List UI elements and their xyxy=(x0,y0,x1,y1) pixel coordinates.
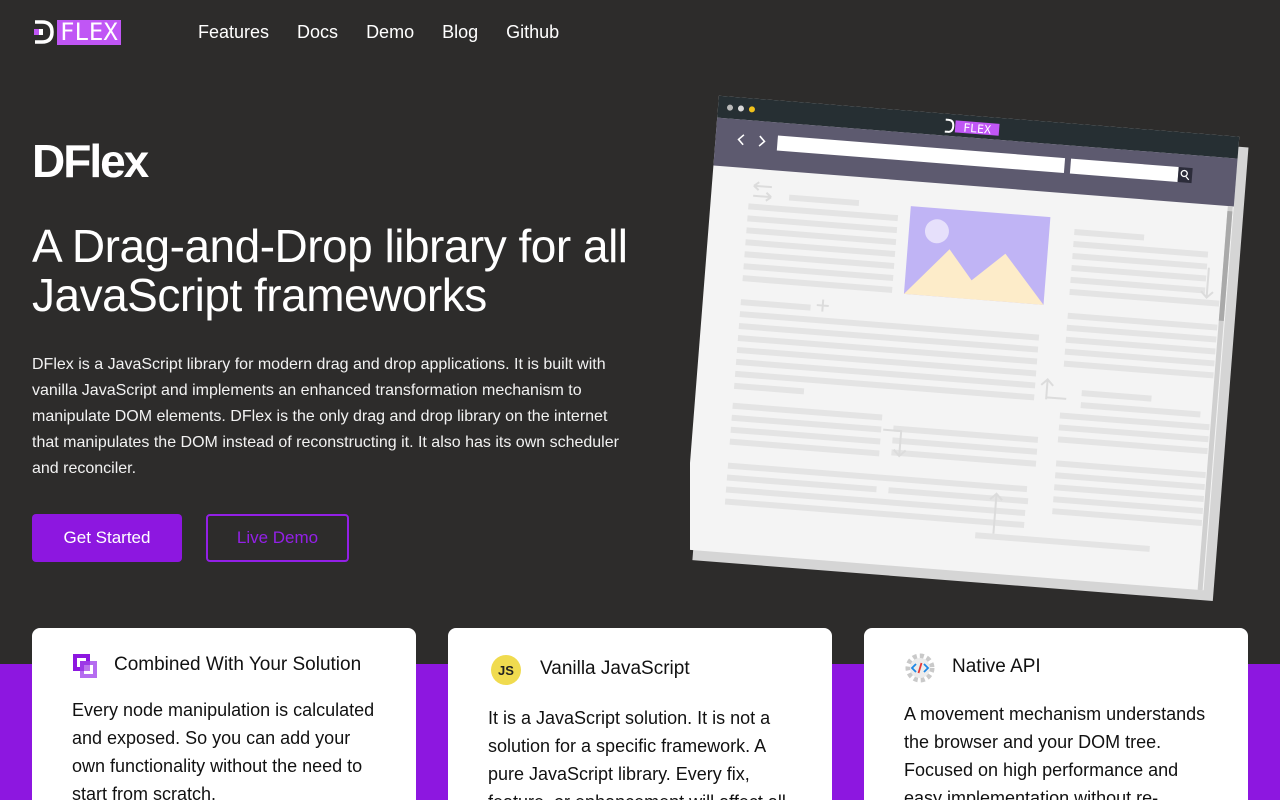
nav-link-blog[interactable]: Blog xyxy=(442,21,478,43)
feature-title-combined: Combined With Your Solution xyxy=(114,654,362,675)
nav-link-features[interactable]: Features xyxy=(198,21,269,43)
logo-text: FLEX xyxy=(60,17,118,46)
feature-card-native: Native API A movement mechanism understa… xyxy=(864,628,1248,800)
javascript-icon: JS xyxy=(491,655,521,685)
illustration-logo-text: FLEX xyxy=(963,121,992,137)
feature-title-native: Native API xyxy=(952,656,1041,677)
logo-text-box: FLEX xyxy=(57,17,121,46)
feature-body-native: A movement mechanism understands the bro… xyxy=(904,704,1206,800)
get-started-button[interactable]: Get Started xyxy=(32,514,182,562)
nav-link-github[interactable]: Github xyxy=(506,21,559,43)
logo-d-icon xyxy=(34,20,54,44)
feature-card-vanilla: JS Vanilla JavaScript It is a JavaScript… xyxy=(448,628,832,800)
browser-illustration: FLEX xyxy=(690,95,1249,602)
live-demo-button[interactable]: Live Demo xyxy=(206,514,349,562)
feature-body-combined: Every node manipulation is calculated an… xyxy=(72,700,375,800)
javascript-icon-text: JS xyxy=(498,663,514,678)
nav-link-demo[interactable]: Demo xyxy=(366,21,414,43)
dflex-logo[interactable]: FLEX xyxy=(33,19,121,45)
nav-link-docs[interactable]: Docs xyxy=(297,21,338,43)
code-gear-icon xyxy=(905,653,935,683)
feature-body-vanilla: It is a JavaScript solution. It is not a… xyxy=(488,708,786,800)
hero-title: DFlex xyxy=(32,135,149,187)
feature-title-vanilla: Vanilla JavaScript xyxy=(540,658,690,679)
hero-description: DFlex is a JavaScript library for modern… xyxy=(32,356,619,477)
hero-subtitle: A Drag-and-Drop library for all JavaScri… xyxy=(32,220,628,321)
combined-squares-icon xyxy=(73,654,97,678)
feature-card-combined: Combined With Your Solution Every node m… xyxy=(32,628,416,800)
top-navbar: FLEX Features Docs Demo Blog Github xyxy=(0,0,1280,64)
nav-links: Features Docs Demo Blog Github xyxy=(198,21,587,43)
